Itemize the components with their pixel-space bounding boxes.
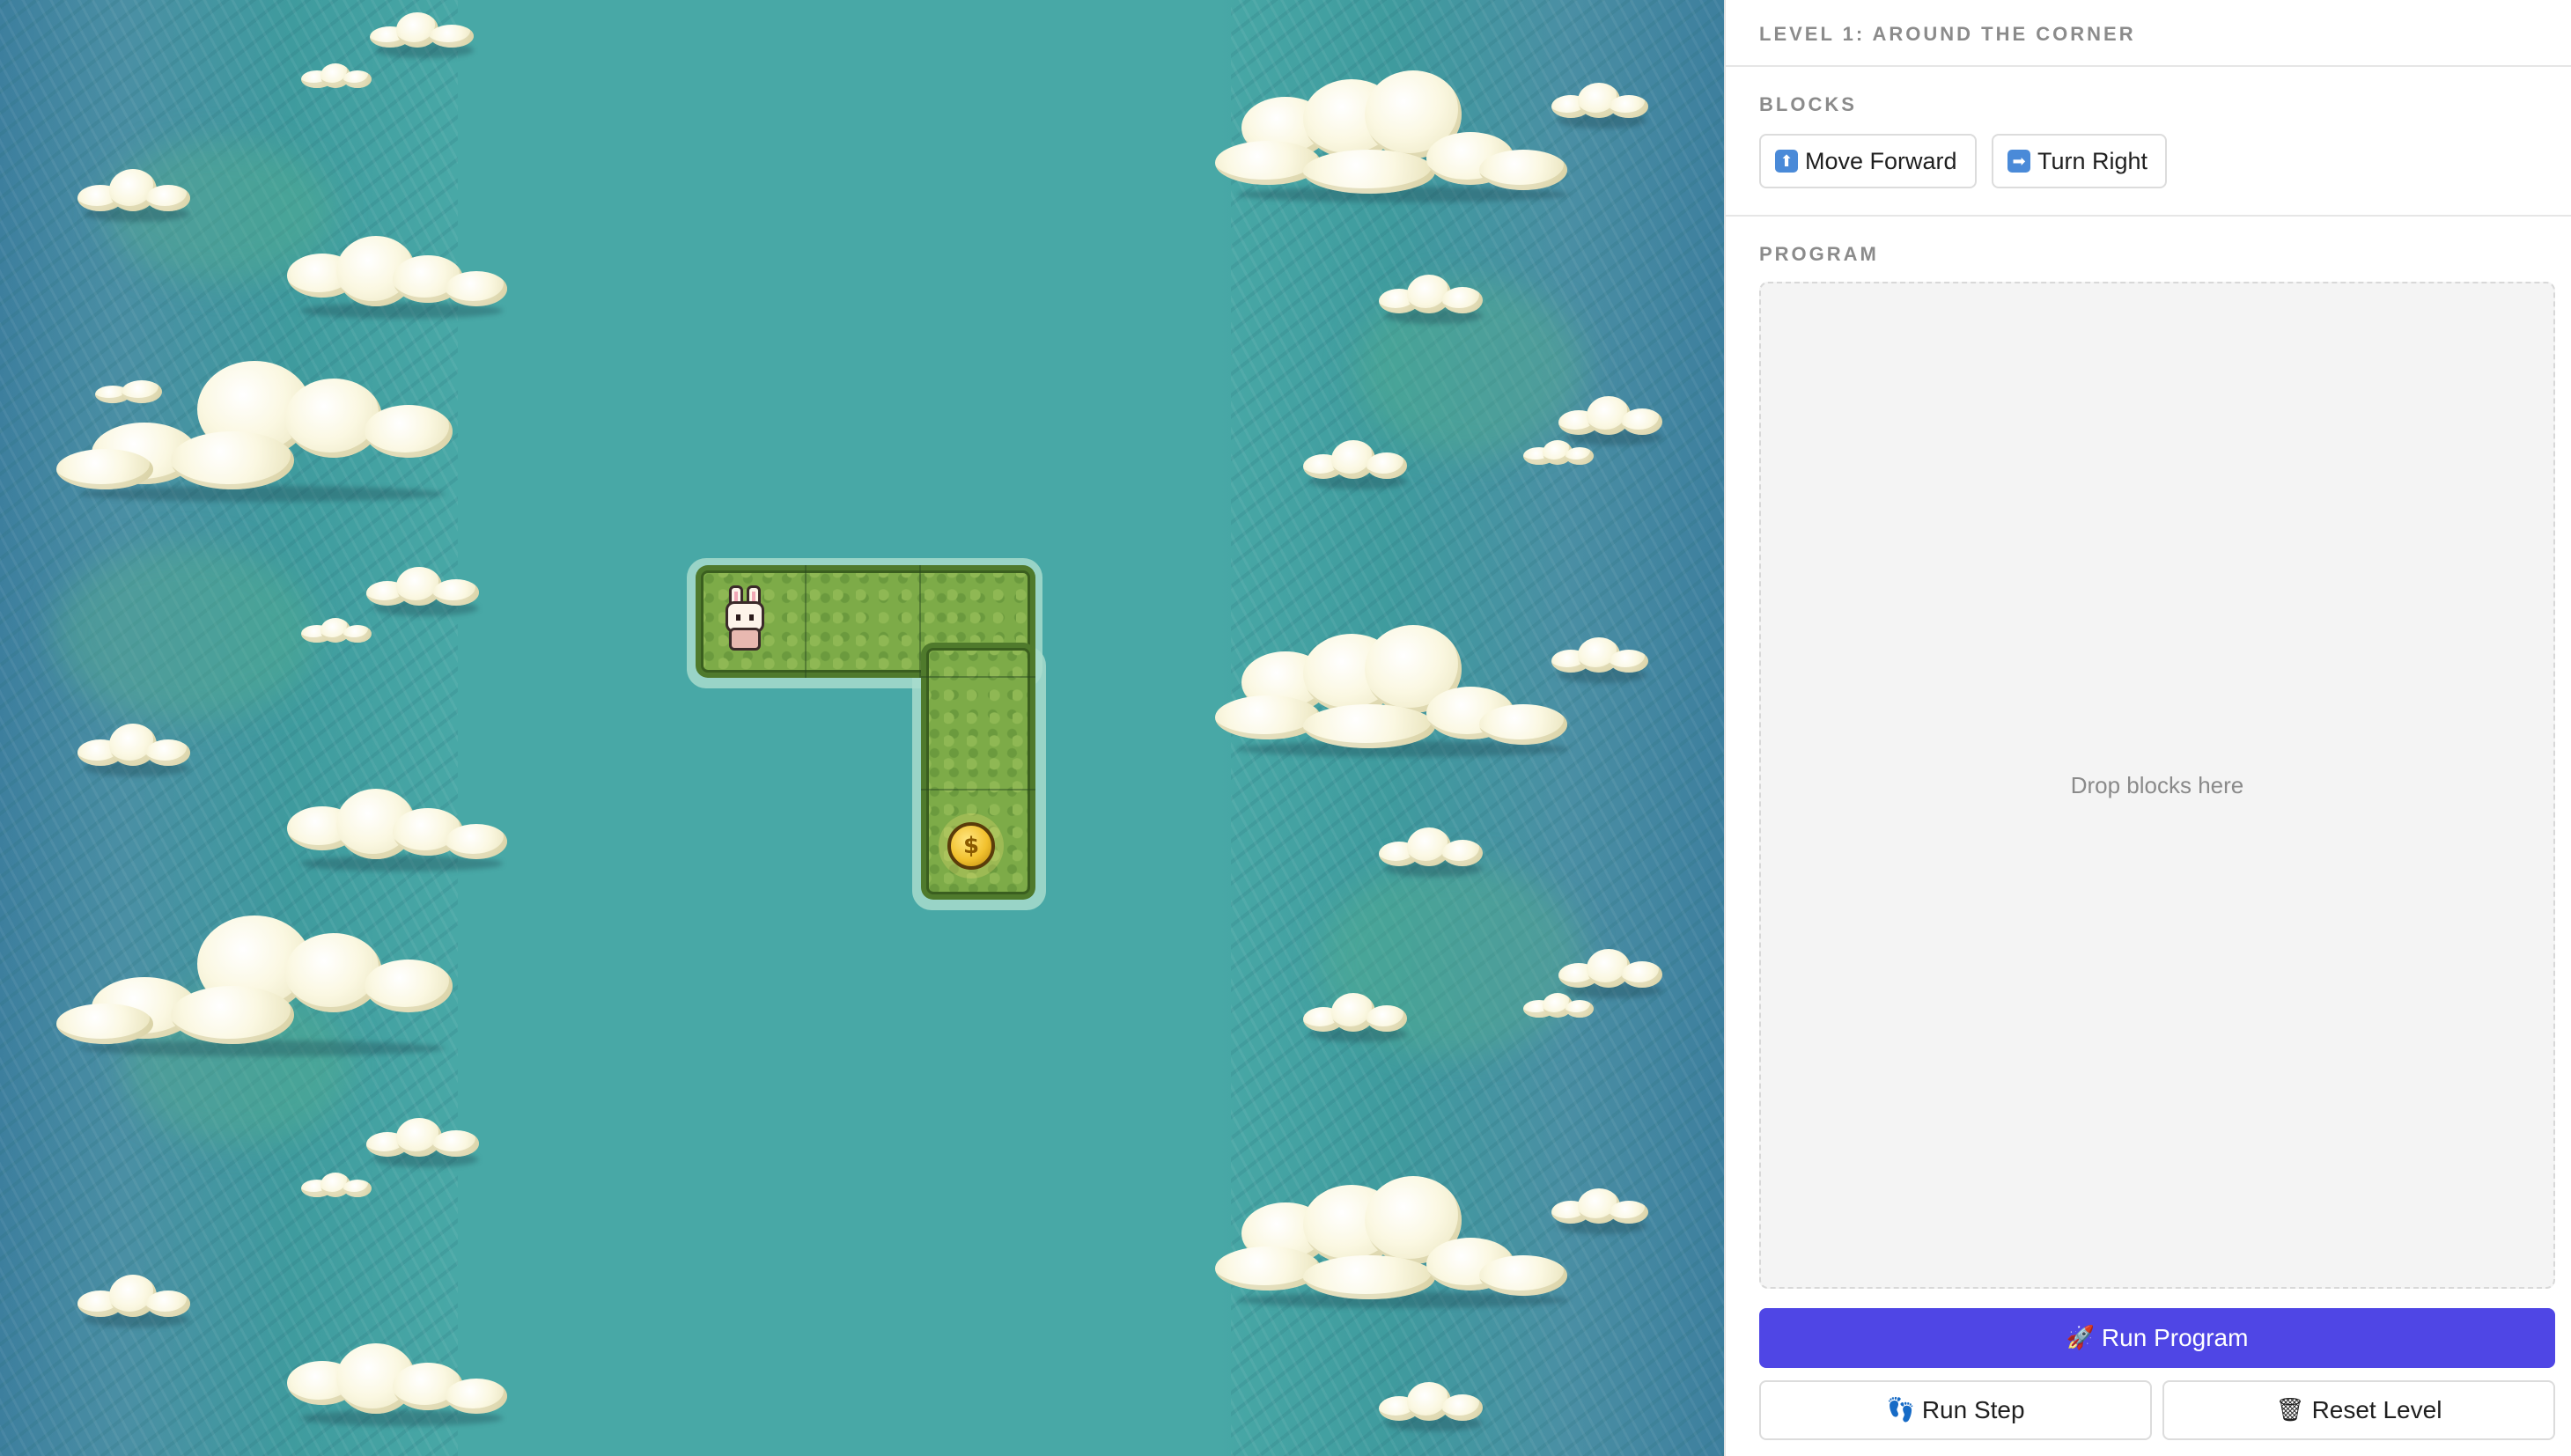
cloud bbox=[301, 63, 372, 88]
reset-level-label: Reset Level bbox=[2311, 1396, 2442, 1423]
up-arrow-icon: ⬆ bbox=[1775, 150, 1798, 173]
cloud bbox=[1379, 1382, 1484, 1431]
move-forward-block[interactable]: ⬆ Move Forward bbox=[1759, 134, 1977, 188]
drop-zone-placeholder: Drop blocks here bbox=[2070, 771, 2244, 798]
turn-right-block[interactable]: ➡ Turn Right bbox=[1992, 134, 2168, 188]
block-label: Move Forward bbox=[1805, 147, 1957, 174]
cloud bbox=[1558, 949, 1664, 998]
tile-grid-line bbox=[921, 789, 1035, 791]
cloud bbox=[301, 618, 372, 643]
bunny-player-icon bbox=[724, 585, 766, 651]
block-label: Turn Right bbox=[2037, 147, 2148, 174]
cloud bbox=[56, 916, 453, 1056]
cloud bbox=[366, 1118, 481, 1167]
cloud bbox=[77, 1275, 192, 1327]
cloud bbox=[1551, 1188, 1648, 1234]
cloud bbox=[1558, 396, 1664, 445]
cloud bbox=[95, 380, 166, 403]
trash-icon: 🗑 bbox=[2275, 1397, 2305, 1423]
cloud bbox=[77, 724, 192, 776]
cloud bbox=[1215, 1176, 1576, 1308]
cloud bbox=[1379, 275, 1484, 324]
cloud bbox=[366, 567, 481, 616]
cloud bbox=[1523, 440, 1594, 465]
cloud bbox=[77, 169, 192, 222]
cloud bbox=[1551, 83, 1648, 129]
blocks-section-label: BLOCKS bbox=[1759, 93, 1857, 115]
run-step-label: Run Step bbox=[1921, 1396, 2025, 1423]
cloud bbox=[1551, 637, 1648, 683]
footprints-icon: 👣 bbox=[1886, 1397, 1915, 1423]
coin-goal-icon: $ bbox=[947, 822, 995, 870]
right-arrow-icon: ➡ bbox=[2007, 150, 2030, 173]
run-step-button[interactable]: 👣 Run Step bbox=[1759, 1380, 2152, 1440]
cloud bbox=[287, 1343, 507, 1426]
cloud bbox=[1379, 827, 1484, 877]
cloud bbox=[287, 236, 507, 319]
tile-grid-line bbox=[805, 565, 807, 678]
reset-level-button[interactable]: 🗑 Reset Level bbox=[2162, 1380, 2555, 1440]
cloud bbox=[287, 789, 507, 871]
level-title: LEVEL 1: AROUND THE CORNER bbox=[1759, 23, 2136, 45]
run-program-button[interactable]: 🚀 Run Program bbox=[1759, 1308, 2555, 1368]
cloud bbox=[301, 1173, 372, 1197]
cloud bbox=[1215, 70, 1576, 202]
tile-grid-line bbox=[921, 676, 1035, 678]
run-program-label: Run Program bbox=[2101, 1324, 2249, 1351]
tile-grid-line bbox=[919, 565, 921, 678]
cloud bbox=[370, 12, 475, 58]
side-panel: LEVEL 1: AROUND THE CORNER BLOCKS ⬆ Move… bbox=[1724, 0, 2571, 1456]
cloud bbox=[1215, 625, 1576, 757]
cloud bbox=[1523, 993, 1594, 1018]
rocket-icon: 🚀 bbox=[2066, 1325, 2095, 1351]
program-drop-zone[interactable]: Drop blocks here bbox=[1759, 282, 2555, 1289]
game-board: $ bbox=[0, 0, 1724, 1456]
cloud bbox=[1303, 993, 1409, 1042]
shallow-water-patch bbox=[53, 546, 317, 722]
cloud bbox=[1303, 440, 1409, 489]
divider bbox=[1726, 215, 2571, 217]
program-section-label: PROGRAM bbox=[1759, 243, 1879, 265]
divider bbox=[1726, 65, 2571, 67]
